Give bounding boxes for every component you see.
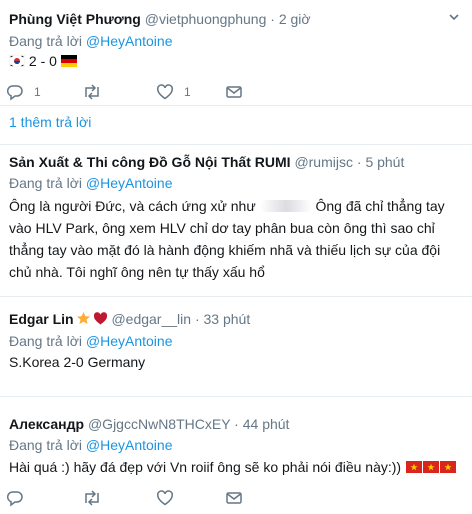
vietnam-flag-emoji [405, 457, 422, 473]
tweet-text: 2 - 0 [8, 50, 461, 72]
tweet-2[interactable]: Sản Xuất & Thi công Đồ Gỗ Nội Thất RUMI … [0, 145, 472, 295]
separator-dot: · [194, 311, 200, 327]
tweet-3[interactable]: Edgar Lin @edgar__lin · 33 phút Đang trả… [0, 297, 472, 395]
replying-to-label: Đang trả lời [9, 175, 82, 191]
south-korea-flag-emoji [8, 51, 26, 68]
user-handle[interactable]: @GjgccNwN8THCxEY [88, 416, 230, 432]
germany-flag-emoji [60, 51, 77, 67]
redacted-text [259, 200, 312, 212]
mention-link[interactable]: @HeyAntoine [86, 437, 173, 453]
replying-to-label: Đang trả lời [9, 33, 82, 49]
reply-count: 1 [34, 85, 41, 99]
retweet-button[interactable] [82, 82, 112, 102]
replying-to: Đang trả lời @HeyAntoine [9, 174, 172, 192]
user-name[interactable]: Sản Xuất & Thi công Đồ Gỗ Nội Thất RUMI [9, 154, 291, 170]
replying-to: Đang trả lời @HeyAntoine [9, 332, 172, 350]
tweet-text-part-1: Ông là người Đức, và cách ứng xử như [9, 198, 256, 214]
vietnam-flag-emoji [422, 457, 439, 473]
replying-to: Đang trả lời @HeyAntoine [9, 436, 172, 454]
user-handle[interactable]: @rumijsc [294, 154, 353, 170]
tweet-header: Sản Xuất & Thi công Đồ Gỗ Nội Thất RUMI … [9, 153, 404, 171]
tweet-4[interactable]: Александр @GjgccNwN8THCxEY · 44 phút Đan… [0, 397, 472, 514]
tweet-header: Phùng Việt Phương @vietphuongphung · 2 g… [9, 10, 311, 28]
show-more-replies-link[interactable]: 1 thêm trả lời [9, 114, 91, 130]
reply-icon [6, 489, 24, 507]
user-name[interactable]: Edgar Lin [9, 311, 74, 327]
timestamp[interactable]: 44 phút [243, 416, 290, 432]
user-name[interactable]: Александр [9, 416, 84, 432]
tweet-text: Ông là người Đức, và cách ứng xử như Ông… [9, 195, 461, 283]
tweet-header: Edgar Lin @edgar__lin · 33 phút [9, 310, 250, 328]
red-heart-emoji [93, 311, 108, 326]
user-handle[interactable]: @edgar__lin [111, 311, 191, 327]
heart-icon [156, 489, 174, 507]
star-emoji [76, 311, 91, 326]
separator-dot: · [270, 11, 275, 27]
direct-message-button[interactable] [225, 488, 243, 508]
tweet-text: Hài quá :) hãy đá đẹp với Vn roiif ông s… [9, 456, 461, 478]
tweet-actions: 1 1 [6, 82, 306, 102]
envelope-icon [225, 83, 243, 101]
retweet-icon [82, 83, 102, 101]
replying-to: Đang trả lời @HeyAntoine [9, 32, 172, 50]
tweet-actions [6, 488, 306, 508]
like-button[interactable]: 1 [156, 82, 191, 102]
replying-to-label: Đang trả lời [9, 437, 82, 453]
vietnam-flag-emoji [439, 457, 456, 473]
user-name[interactable]: Phùng Việt Phương [9, 11, 141, 27]
reply-button[interactable] [6, 488, 24, 508]
replying-to-label: Đang trả lời [9, 333, 82, 349]
mention-link[interactable]: @HeyAntoine [86, 33, 173, 49]
tweet-1[interactable]: Phùng Việt Phương @vietphuongphung · 2 g… [0, 0, 472, 105]
separator-dot: · [234, 416, 239, 432]
tweet-header: Александр @GjgccNwN8THCxEY · 44 phút [9, 415, 289, 433]
timestamp[interactable]: 2 giờ [279, 11, 311, 27]
mention-link[interactable]: @HeyAntoine [86, 175, 173, 191]
retweet-icon [82, 489, 102, 507]
envelope-icon [225, 489, 243, 507]
separator [0, 105, 472, 106]
score-text: 2 - 0 [28, 53, 57, 69]
timestamp[interactable]: 5 phút [365, 154, 404, 170]
chevron-down-icon[interactable] [448, 10, 460, 28]
direct-message-button[interactable] [225, 82, 243, 102]
timestamp[interactable]: 33 phút [204, 311, 251, 327]
reply-button[interactable]: 1 [6, 82, 41, 102]
user-handle[interactable]: @vietphuongphung [145, 11, 267, 27]
separator-dot: · [356, 154, 362, 170]
like-count: 1 [184, 85, 191, 99]
reply-icon [6, 83, 24, 101]
mention-link[interactable]: @HeyAntoine [86, 333, 173, 349]
like-button[interactable] [156, 488, 174, 508]
heart-icon [156, 83, 174, 101]
retweet-button[interactable] [82, 488, 102, 508]
tweet-text: S.Korea 2-0 Germany [9, 354, 146, 370]
tweet-text-content: Hài quá :) hãy đá đẹp với Vn roiif ông s… [9, 459, 402, 475]
